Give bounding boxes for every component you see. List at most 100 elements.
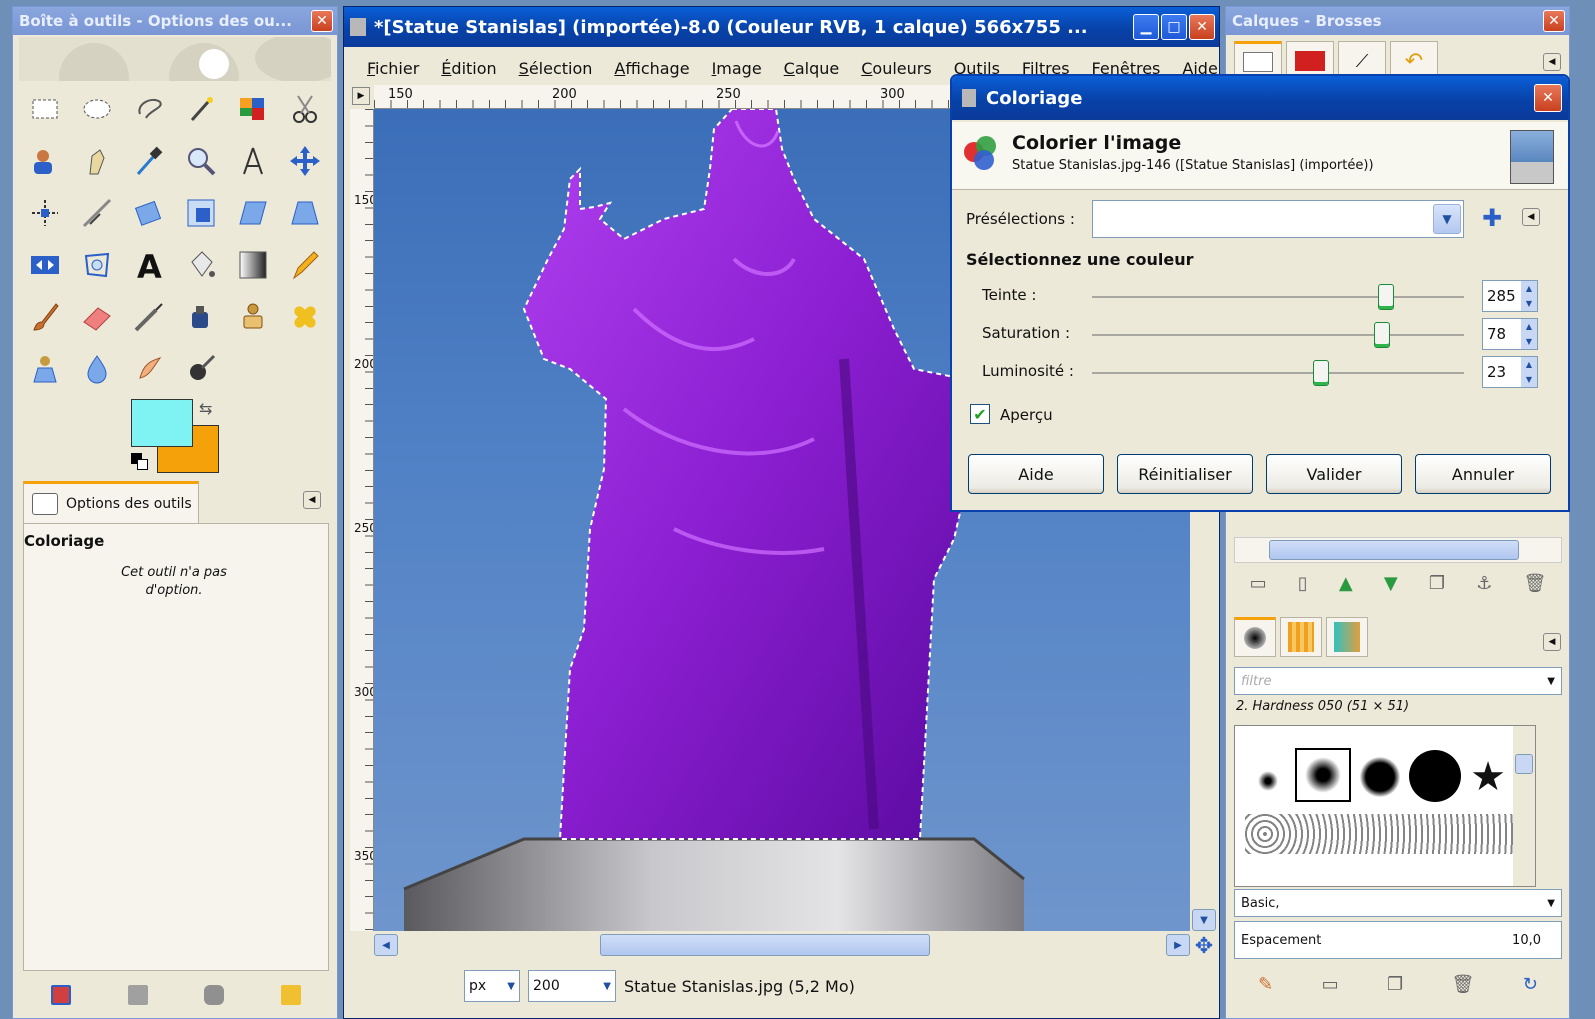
- save-options-icon[interactable]: [51, 985, 72, 1005]
- patterns-tab-icon[interactable]: [1280, 617, 1322, 657]
- flip-icon[interactable]: [23, 243, 67, 287]
- default-colors-icon[interactable]: [131, 453, 149, 471]
- move-icon[interactable]: [283, 139, 327, 183]
- restore-options-icon[interactable]: [127, 985, 148, 1005]
- paths-icon[interactable]: [75, 139, 119, 183]
- brush-item[interactable]: [1353, 752, 1407, 802]
- dialog-close-button[interactable]: ✕: [1534, 84, 1562, 112]
- minimize-button[interactable]: ▁: [1133, 14, 1159, 40]
- saturation-spinbox[interactable]: 78 ▲ ▼: [1482, 318, 1538, 350]
- reset-options-icon[interactable]: [280, 985, 301, 1005]
- foreground-color-swatch[interactable]: [131, 399, 193, 447]
- shear-icon[interactable]: [231, 191, 275, 235]
- maximize-button[interactable]: □: [1161, 14, 1187, 40]
- lightness-track[interactable]: [1092, 372, 1464, 374]
- toolbox-titlebar[interactable]: Boîte à outils - Options des ou... ✕: [13, 7, 337, 35]
- menu-image[interactable]: Image: [701, 59, 773, 78]
- vertical-ruler[interactable]: 150 200 250 300 350: [350, 109, 374, 931]
- reset-button[interactable]: Réinitialiser: [1117, 454, 1253, 494]
- ellipse-select-icon[interactable]: [75, 87, 119, 131]
- menu-selection[interactable]: Sélection: [508, 59, 604, 78]
- brush-filter-input[interactable]: filtre ▼: [1234, 667, 1562, 695]
- measure-icon[interactable]: [231, 139, 275, 183]
- delete-layer-icon[interactable]: 🗑: [1524, 573, 1547, 594]
- text-icon[interactable]: A: [127, 243, 171, 287]
- hue-track[interactable]: [1092, 296, 1464, 298]
- menu-calque[interactable]: Calque: [773, 59, 851, 78]
- tool-options-tab[interactable]: Options des outils: [23, 481, 199, 523]
- scissors-icon[interactable]: [283, 87, 327, 131]
- zoom-icon[interactable]: [179, 139, 223, 183]
- lower-layer-icon[interactable]: ▼: [1384, 573, 1398, 594]
- blur-icon[interactable]: [75, 347, 119, 391]
- toolbox-close-button[interactable]: ✕: [311, 10, 333, 32]
- new-group-icon[interactable]: ▯: [1298, 573, 1308, 594]
- lightness-slider-handle[interactable]: [1312, 360, 1329, 386]
- bucket-fill-icon[interactable]: [179, 243, 223, 287]
- clone-icon[interactable]: [231, 295, 275, 339]
- delete-options-icon[interactable]: [204, 985, 225, 1005]
- dock-menu-icon[interactable]: ◀: [1543, 53, 1561, 71]
- tab-menu-icon[interactable]: ◀: [303, 491, 321, 509]
- hue-slider[interactable]: Teinte : 285 ▲ ▼: [982, 280, 1552, 314]
- layers-hscroll[interactable]: [1234, 537, 1562, 563]
- scroll-down-button[interactable]: ▼: [1192, 909, 1216, 931]
- brush-grid-scrollbar[interactable]: [1513, 726, 1535, 886]
- fuzzy-select-icon[interactable]: [179, 87, 223, 131]
- saturation-track[interactable]: [1092, 334, 1464, 336]
- image-window-titlebar[interactable]: *[Statue Stanislas] (importée)-8.0 (Coul…: [344, 7, 1219, 47]
- smudge-icon[interactable]: [127, 347, 171, 391]
- brushes-tab-icon[interactable]: [1234, 617, 1276, 657]
- spin-arrows-icon[interactable]: ▲ ▼: [1521, 357, 1537, 387]
- quick-mask-toggle[interactable]: ▶: [352, 87, 370, 105]
- refresh-brushes-icon[interactable]: ↻: [1523, 974, 1538, 995]
- brush-item-selected[interactable]: [1295, 748, 1351, 802]
- pencil-icon[interactable]: [283, 243, 327, 287]
- menu-affichage[interactable]: Affichage: [603, 59, 700, 78]
- new-brush-icon[interactable]: ▭: [1322, 974, 1339, 995]
- gradients-tab-icon[interactable]: [1326, 617, 1368, 657]
- paintbrush-icon[interactable]: [23, 295, 67, 339]
- duplicate-brush-icon[interactable]: ❐: [1387, 974, 1403, 995]
- edit-brush-icon[interactable]: ✎: [1258, 974, 1273, 995]
- perspective-clone-icon[interactable]: [23, 347, 67, 391]
- raise-layer-icon[interactable]: ▲: [1339, 573, 1353, 594]
- spin-arrows-icon[interactable]: ▲ ▼: [1521, 281, 1537, 311]
- presets-combo[interactable]: ▼: [1092, 200, 1464, 238]
- horizontal-scroll-thumb[interactable]: [600, 934, 930, 956]
- lightness-slider[interactable]: Luminosité : 23 ▲ ▼: [982, 356, 1552, 390]
- swap-colors-icon[interactable]: ⇆: [199, 399, 219, 419]
- dock-titlebar[interactable]: Calques - Brosses ✕: [1226, 7, 1569, 35]
- cage-icon[interactable]: [75, 243, 119, 287]
- scroll-left-button[interactable]: ◀: [374, 934, 398, 956]
- menu-couleurs[interactable]: Couleurs: [850, 59, 942, 78]
- perspective-icon[interactable]: [283, 191, 327, 235]
- dialog-titlebar[interactable]: Coloriage ✕: [952, 76, 1568, 120]
- rect-select-icon[interactable]: [23, 87, 67, 131]
- brush-item[interactable]: [1243, 756, 1293, 806]
- new-layer-icon[interactable]: ▭: [1250, 573, 1267, 594]
- preview-checkbox[interactable]: ✔: [970, 404, 990, 424]
- horizontal-scrollbar[interactable]: ◀ ▶: [374, 931, 1190, 959]
- color-select-icon[interactable]: [231, 87, 275, 131]
- menu-edition[interactable]: Édition: [430, 59, 507, 78]
- saturation-slider-handle[interactable]: [1374, 322, 1391, 348]
- spacing-slider[interactable]: Espacement 10,0: [1234, 921, 1562, 959]
- hue-slider-handle[interactable]: [1377, 284, 1394, 310]
- airbrush-icon[interactable]: [127, 295, 171, 339]
- align-icon[interactable]: [23, 191, 67, 235]
- ok-button[interactable]: Valider: [1266, 454, 1402, 494]
- anchor-layer-icon[interactable]: ⚓: [1476, 573, 1492, 594]
- hue-spinbox[interactable]: 285 ▲ ▼: [1482, 280, 1538, 312]
- unit-select[interactable]: px ▼: [464, 970, 520, 1002]
- brush-grid[interactable]: ★: [1234, 725, 1536, 887]
- navigate-icon[interactable]: ✥: [1190, 933, 1218, 959]
- dodge-burn-icon[interactable]: [179, 347, 223, 391]
- zoom-select[interactable]: 200 ▼: [528, 970, 616, 1002]
- spin-arrows-icon[interactable]: ▲ ▼: [1521, 319, 1537, 349]
- color-picker-icon[interactable]: [127, 139, 171, 183]
- add-preset-icon[interactable]: ✚: [1482, 204, 1502, 232]
- eraser-icon[interactable]: [75, 295, 119, 339]
- foreground-select-icon[interactable]: [23, 139, 67, 183]
- duplicate-layer-icon[interactable]: ❐: [1429, 573, 1445, 594]
